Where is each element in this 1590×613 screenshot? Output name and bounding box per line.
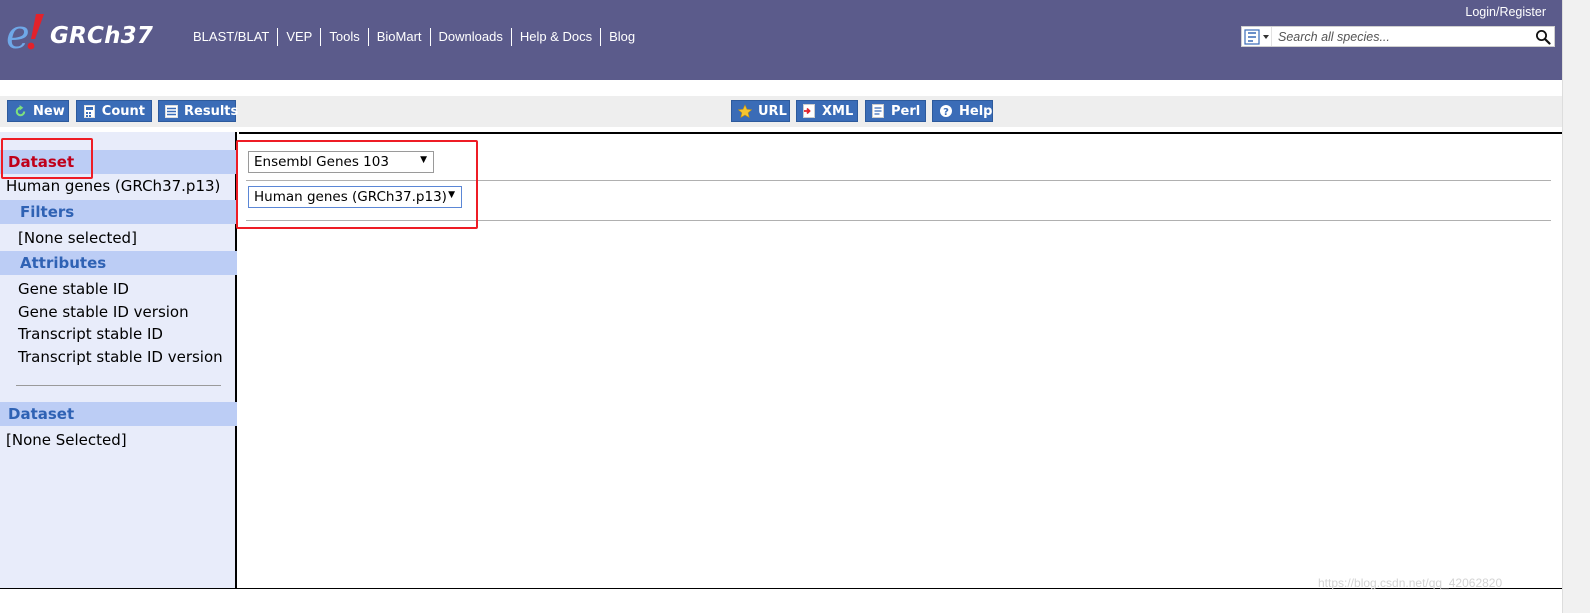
panel-divider — [246, 180, 1551, 181]
sidebar-attribute-item: Transcript stable ID version — [18, 348, 223, 366]
sidebar-dataset-heading[interactable]: Dataset — [0, 150, 237, 174]
results-button[interactable]: Results — [158, 100, 239, 122]
xml-button[interactable]: XML — [796, 100, 858, 122]
window-scrollbar[interactable] — [1562, 0, 1590, 613]
nav-tools[interactable]: Tools — [320, 28, 367, 46]
question-icon: ? — [939, 104, 953, 118]
nav-help-docs[interactable]: Help & Docs — [510, 28, 600, 46]
query-summary-sidebar: Dataset Human genes (GRCh37.p13) Filters… — [0, 132, 237, 588]
caret-down-icon: ▼ — [448, 190, 455, 200]
url-button[interactable]: URL — [731, 100, 790, 122]
xml-button-label: XML — [822, 103, 854, 119]
new-button[interactable]: New — [7, 100, 69, 122]
top-nav: BLAST/BLAT VEP Tools BioMart Downloads H… — [185, 28, 643, 46]
help-button[interactable]: ? Help — [932, 100, 993, 122]
species-picker-icon[interactable] — [1242, 27, 1272, 46]
sidebar-divider — [16, 385, 221, 386]
svg-text:?: ? — [943, 107, 949, 118]
svg-text:e: e — [6, 12, 30, 54]
dataset-select-value: Human genes (GRCh37.p13) — [254, 189, 447, 205]
sidebar-attribute-item: Gene stable ID version — [18, 303, 189, 321]
sidebar-dataset2-value: [None Selected] — [6, 431, 127, 449]
dataset-select[interactable]: Human genes (GRCh37.p13) ▼ — [248, 186, 462, 208]
watermark-text: https://blog.csdn.net/qq_42062820 — [1318, 576, 1503, 590]
new-button-label: New — [33, 103, 65, 119]
logo-text: GRCh37 — [50, 23, 154, 49]
nav-downloads[interactable]: Downloads — [429, 28, 511, 46]
sidebar-dataset-value[interactable]: Human genes (GRCh37.p13) — [6, 177, 220, 195]
database-select-value: Ensembl Genes 103 — [254, 154, 389, 170]
help-button-label: Help — [959, 103, 993, 119]
star-icon — [738, 103, 752, 118]
sidebar-attribute-item: Gene stable ID — [18, 280, 129, 298]
login-register-link[interactable]: Login/Register — [1465, 5, 1546, 19]
panel-divider — [246, 220, 1551, 221]
magnifier-icon[interactable] — [1532, 27, 1554, 46]
nav-biomart[interactable]: BioMart — [367, 28, 430, 46]
masthead: e GRCh37 BLAST/BLAT VEP Tools BioMart Do… — [0, 0, 1562, 80]
nav-blast-blat[interactable]: BLAST/BLAT — [185, 28, 277, 46]
xml-file-icon — [803, 104, 816, 118]
dataset-panel: Ensembl Genes 103 ▼ Human genes (GRCh37.… — [239, 132, 1562, 588]
sidebar-attributes-heading[interactable]: Attributes — [0, 251, 237, 275]
nav-blog[interactable]: Blog — [600, 28, 643, 46]
caret-down-icon: ▼ — [420, 155, 427, 165]
species-search — [1241, 26, 1555, 47]
script-file-icon — [872, 104, 885, 118]
refresh-icon — [14, 104, 27, 118]
sidebar-attribute-item: Transcript stable ID — [18, 325, 163, 343]
site-logo[interactable]: e GRCh37 — [6, 8, 153, 56]
url-button-label: URL — [758, 103, 787, 119]
sidebar-dataset2-heading[interactable]: Dataset — [0, 402, 237, 426]
count-button-label: Count — [101, 103, 145, 119]
biomart-toolbar: New Count Results URL XML Perl ? Help — [0, 96, 1562, 127]
perl-button[interactable]: Perl — [865, 100, 926, 122]
ensembl-e-icon: e — [6, 10, 48, 54]
search-input[interactable] — [1272, 27, 1532, 46]
table-icon — [165, 104, 178, 118]
calculator-icon — [83, 104, 96, 118]
sidebar-filters-heading[interactable]: Filters — [0, 200, 237, 224]
count-button[interactable]: Count — [76, 100, 152, 122]
database-select[interactable]: Ensembl Genes 103 ▼ — [248, 151, 434, 173]
perl-button-label: Perl — [891, 103, 921, 119]
nav-vep[interactable]: VEP — [277, 28, 320, 46]
sidebar-filters-value: [None selected] — [18, 229, 137, 247]
results-button-label: Results — [184, 103, 239, 119]
